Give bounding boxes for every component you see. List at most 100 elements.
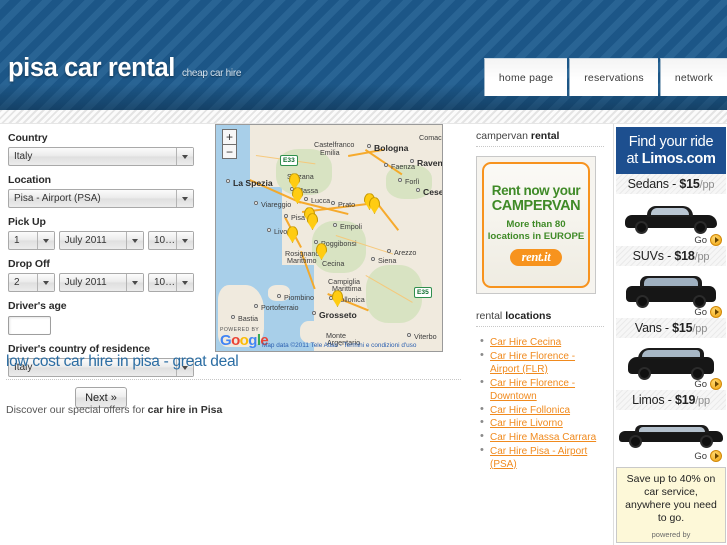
driver-age-label: Driver's age	[8, 300, 67, 312]
dropoff-day-value: 2	[14, 277, 20, 288]
map-city-label: Ravenn	[417, 158, 443, 168]
map-city-dot	[267, 228, 271, 232]
pickup-month-select[interactable]: July 2011	[58, 231, 144, 250]
rental-location-link[interactable]: Car Hire Follonica	[490, 405, 570, 416]
location-map[interactable]: + − E33 E35 Bologna Castelfranco Emilia Com…	[215, 124, 443, 352]
rental-location-link[interactable]: Car Hire Florence - Airport (FLR)	[490, 351, 575, 375]
limos-item-price: $19	[674, 393, 696, 407]
map-city-dot	[407, 333, 411, 337]
rental-location-link[interactable]: Car Hire Pisa - Airport (PSA)	[490, 446, 587, 470]
limos-item-price: $15	[679, 177, 700, 191]
map-zoom-in-button[interactable]: +	[222, 129, 237, 144]
limos-item-car-image	[616, 410, 726, 462]
campervan-ad-line1: Rent now your	[491, 183, 581, 199]
google-wordmark: Google	[220, 332, 269, 349]
limos-item-name: Vans -	[634, 321, 673, 335]
limos-item-unit: /pp	[699, 179, 715, 191]
dropoff-month-select[interactable]: July 2011	[58, 273, 144, 292]
map-zoom-controls[interactable]: + −	[222, 129, 237, 159]
pickup-day-select[interactable]: 1	[8, 231, 55, 250]
pickup-time-value: 10:00	[154, 235, 176, 246]
chevron-down-icon	[176, 274, 193, 291]
map-city-label: Cese	[423, 187, 443, 197]
location-select[interactable]: Pisa - Airport (PSA)	[8, 189, 194, 208]
driver-age-input[interactable]	[8, 316, 51, 335]
campervan-ad-line3: More than 80	[506, 218, 566, 230]
limos-ad-item[interactable]: Limos - $19/pp Go	[616, 390, 726, 462]
locations-title-bold: locations	[505, 310, 552, 322]
campervan-title-divider	[476, 146, 604, 147]
limos-item-car-image	[616, 266, 726, 318]
pickup-time-select[interactable]: 10:00	[148, 231, 194, 250]
rental-location-link[interactable]: Car Hire Livorno	[490, 418, 563, 429]
pickup-label: Pick Up	[8, 216, 46, 228]
list-item: Car Hire Livorno	[476, 416, 604, 430]
limos-item-price: $18	[674, 249, 695, 263]
limos-ad-item[interactable]: Sedans - $15/pp Go	[616, 174, 726, 246]
list-item: Car Hire Pisa - Airport (PSA)	[476, 444, 604, 471]
road-shield-e35: E35	[414, 287, 432, 298]
rentit-logo: rent.it	[509, 248, 563, 266]
map-city-dot	[367, 144, 371, 148]
nav-tab-home-page[interactable]: home page	[483, 58, 568, 96]
rental-location-link[interactable]: Car Hire Massa Carrara	[490, 432, 596, 443]
map-city-label: Faenza	[391, 162, 415, 171]
map-city-label: Portoferraio	[261, 303, 299, 312]
rental-location-link[interactable]: Car Hire Cecina	[490, 337, 561, 348]
pickup-row: 1 July 2011 10:00	[8, 231, 194, 250]
chevron-down-icon	[126, 274, 143, 291]
limos-ad-items: Sedans - $15/pp Go SUVs - $18/pp Go Vans - $…	[614, 174, 727, 462]
map-zoom-out-button[interactable]: −	[222, 144, 237, 159]
header-divider-band	[0, 110, 727, 124]
map-city-label: Lucca	[311, 196, 331, 205]
limos-item-car-image	[616, 194, 726, 246]
limos-item-price-row: Vans - $15/pp	[616, 318, 726, 338]
limos-item-unit: /pp	[692, 323, 708, 335]
nav-tab-network[interactable]: network	[659, 58, 727, 96]
page-root: pisa car rental cheap car hire home page…	[0, 0, 727, 545]
locations-title-light: rental	[476, 310, 506, 322]
map-city-dot	[416, 188, 420, 192]
dropoff-row: 2 July 2011 10:00	[8, 273, 194, 292]
map-city-label: Cecina	[322, 259, 345, 268]
limos-powered-by: powered by	[651, 529, 691, 539]
nav-tab-reservations[interactable]: reservations	[569, 58, 658, 96]
dropoff-day-select[interactable]: 2	[8, 273, 55, 292]
map-city-label: Bastia	[238, 314, 258, 323]
limos-ad-sidebar[interactable]: Find your ride at Limos.com Sedans - $15…	[613, 124, 727, 545]
lead-subtext-prefix: Discover our special offers for	[6, 404, 148, 416]
list-item: Car Hire Florence - Airport (FLR)	[476, 349, 604, 376]
map-city-dot	[231, 315, 235, 319]
map-city-label: Prato	[338, 200, 356, 209]
location-label: Location	[8, 174, 51, 186]
dropoff-time-select[interactable]: 10:00	[148, 273, 194, 292]
rental-location-link[interactable]: Car Hire Florence - Downtown	[490, 378, 575, 402]
map-city-label: Comacchi	[419, 133, 442, 142]
limos-item-unit: /pp	[695, 395, 710, 407]
map-city-label: Empoli	[340, 222, 362, 231]
map-city-dot	[384, 163, 388, 167]
campervan-ad-banner[interactable]: Rent now your CAMPERVAN More than 80 loc…	[476, 156, 596, 294]
map-city-label: Piombino	[284, 293, 314, 302]
country-select[interactable]: Italy	[8, 147, 194, 166]
map-city-dot	[398, 178, 402, 182]
limos-item-price-row: Sedans - $15/pp	[616, 174, 726, 194]
country-value: Italy	[14, 151, 33, 162]
lead-subtext-bold: car hire in Pisa	[147, 404, 223, 416]
map-city-label: Arezzo	[394, 248, 417, 257]
map-city-label: La Spezia	[233, 178, 273, 188]
middle-column: campervan rental Rent now your CAMPERVAN…	[476, 130, 604, 472]
campervan-title-light: campervan	[476, 130, 531, 142]
dropoff-month-value: July 2011	[64, 277, 107, 288]
limos-banner-line2: at Limos.com	[626, 151, 715, 167]
limos-item-name: Sedans -	[627, 177, 680, 191]
map-city-label: Siena	[378, 256, 397, 265]
location-value: Pisa - Airport (PSA)	[14, 193, 101, 204]
map-city-label: Pisa	[291, 213, 305, 222]
limos-ad-item[interactable]: SUVs - $18/pp Go	[616, 246, 726, 318]
limos-ad-item[interactable]: Vans - $15/pp Go	[616, 318, 726, 390]
limos-banner-at: at	[626, 150, 642, 167]
list-item: Car Hire Massa Carrara	[476, 430, 604, 444]
map-city-dot	[331, 201, 335, 205]
chevron-down-icon	[36, 274, 54, 291]
